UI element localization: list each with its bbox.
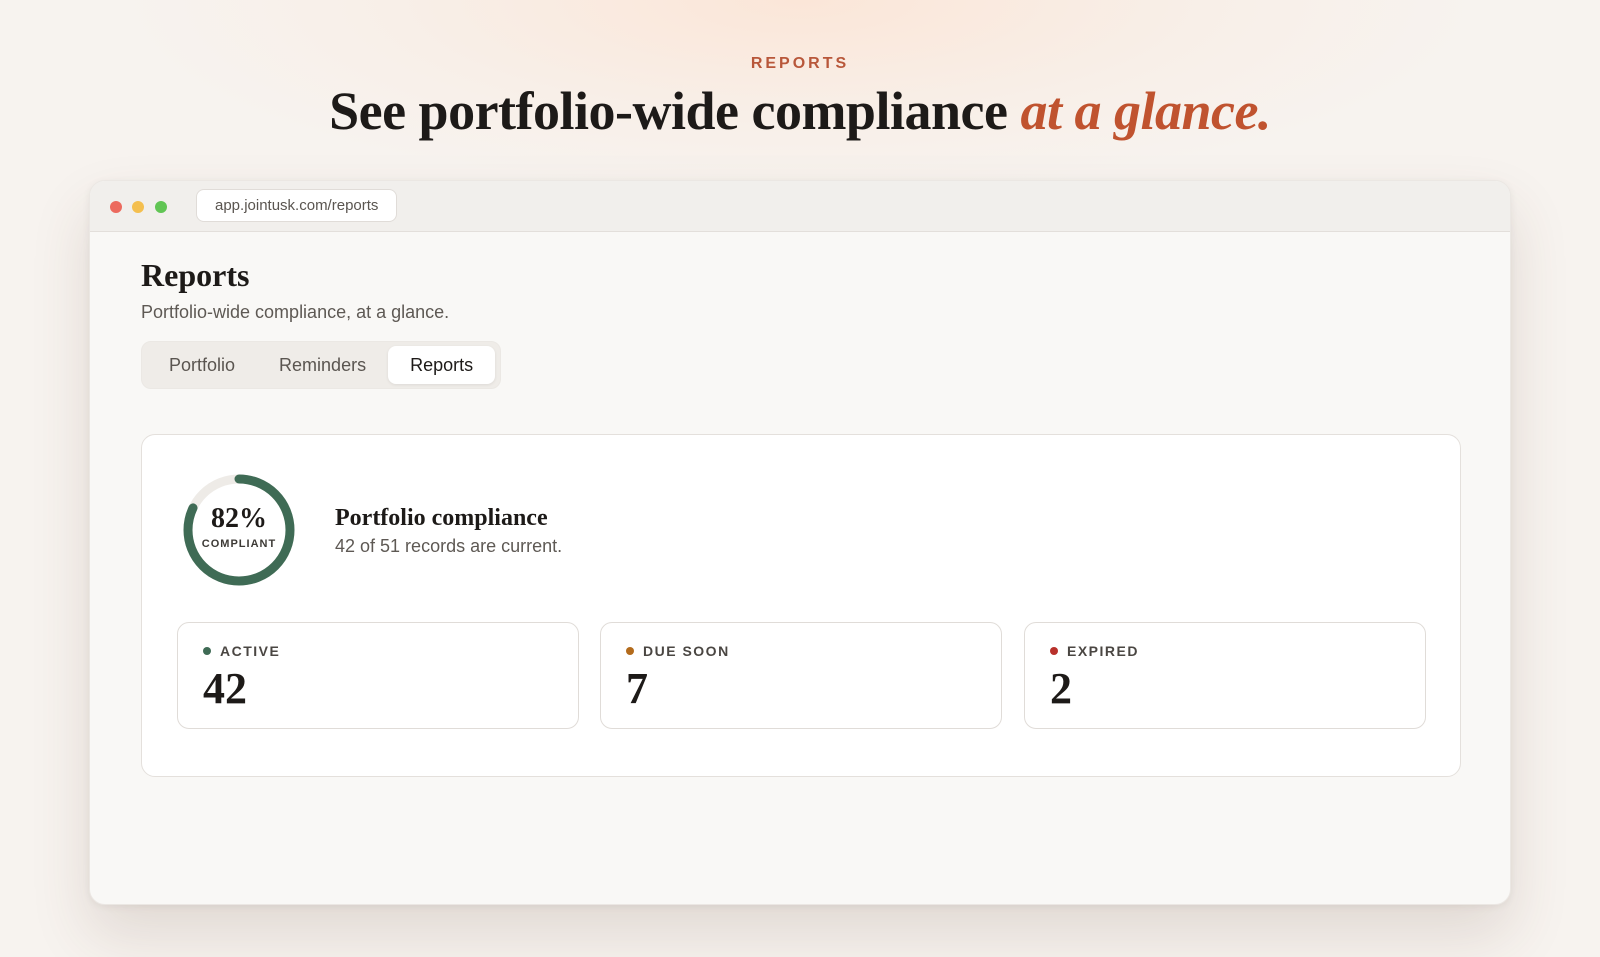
stat-label: ACTIVE: [220, 643, 281, 659]
compliance-card: 82% COMPLIANT Portfolio compliance 42 of…: [141, 434, 1461, 777]
compliance-subtitle: 42 of 51 records are current.: [335, 536, 563, 556]
hero-headline: See portfolio-wide compliance at a glanc…: [0, 80, 1600, 142]
reports-page: Reports Portfolio-wide compliance, at a …: [141, 257, 1461, 777]
browser-titlebar: app.jointusk.com/reports: [90, 181, 1510, 232]
stat-card-active: ACTIVE 42: [177, 622, 579, 729]
tab-reports[interactable]: Reports: [388, 346, 496, 384]
stat-label: EXPIRED: [1067, 643, 1139, 659]
stat-card-expired: EXPIRED 2: [1024, 622, 1426, 729]
page-subtitle: Portfolio-wide compliance, at a glance.: [141, 302, 450, 322]
tab-portfolio[interactable]: Portfolio: [147, 346, 257, 384]
tab-bar: Portfolio Reminders Reports: [141, 341, 502, 389]
stat-value: 42: [203, 664, 247, 713]
hero-eyebrow: REPORTS: [750, 55, 850, 72]
status-dot-icon: [626, 647, 634, 655]
address-bar[interactable]: app.jointusk.com/reports: [196, 189, 398, 222]
compliance-summary: Portfolio compliance 42 of 51 records ar…: [335, 505, 562, 557]
stat-label: DUE SOON: [643, 643, 730, 659]
stat-value: 2: [1050, 664, 1072, 713]
compliance-title: Portfolio compliance: [335, 505, 548, 531]
hero-headline-main: See portfolio-wide compliance: [329, 81, 1021, 141]
maximize-window-icon[interactable]: [155, 201, 167, 213]
page-title: Reports: [141, 257, 250, 293]
minimize-window-icon[interactable]: [132, 201, 144, 213]
status-dot-icon: [1050, 647, 1058, 655]
tab-reminders[interactable]: Reminders: [257, 346, 388, 384]
stat-value: 7: [626, 664, 648, 713]
browser-window: app.jointusk.com/reports Reports Portfol…: [89, 180, 1511, 905]
compliance-ring-label: COMPLIANT: [201, 538, 277, 550]
close-window-icon[interactable]: [110, 201, 122, 213]
compliance-ring: 82% COMPLIANT: [182, 473, 296, 587]
hero-headline-accent: at a glance.: [1020, 81, 1271, 141]
compliance-percent: 82%: [211, 503, 267, 534]
stat-card-due-soon: DUE SOON 7: [600, 622, 1002, 729]
status-dot-icon: [203, 647, 211, 655]
